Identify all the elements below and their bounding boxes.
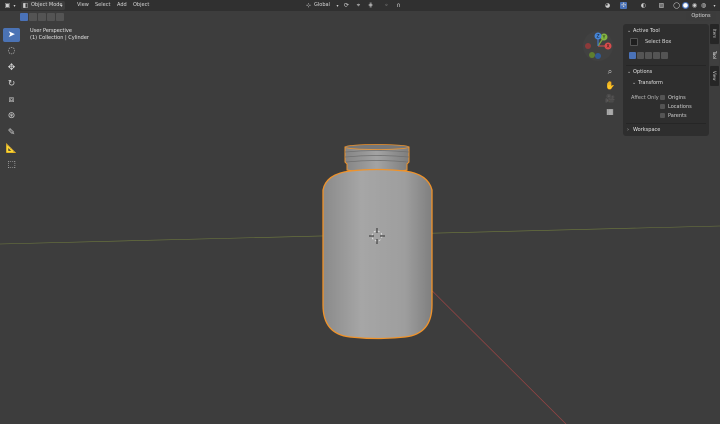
- mode-selector[interactable]: ◧ Object Mode ▾: [21, 1, 65, 10]
- add-cube-icon[interactable]: ⬚: [3, 158, 20, 172]
- rotate-icon[interactable]: ↻: [3, 77, 20, 91]
- select-invert-icon[interactable]: [47, 13, 55, 21]
- select-extend-icon[interactable]: [29, 13, 37, 21]
- grid-view-icon[interactable]: ▦: [604, 106, 616, 118]
- sidebar-panel: ⌄ Active Tool Select Box ⌄ Options ⌄ Transf…: [623, 24, 709, 136]
- chevron-down-icon[interactable]: ▾: [711, 2, 718, 9]
- shading-wireframe-icon[interactable]: ◯: [673, 2, 680, 9]
- measure-icon[interactable]: 📐: [3, 142, 20, 156]
- transform-icon[interactable]: ⊛: [3, 109, 20, 123]
- cursor-icon[interactable]: [630, 38, 638, 46]
- select-extend-icon[interactable]: [637, 52, 644, 59]
- select-circle-icon[interactable]: ◌: [3, 44, 20, 58]
- options-title: Options: [633, 69, 653, 75]
- snap-grid-icon[interactable]: ⋕: [367, 2, 374, 9]
- menu-select[interactable]: Select: [95, 1, 110, 10]
- gizmo-x-label: X: [606, 44, 609, 50]
- active-tool-header[interactable]: ⌄ Active Tool: [627, 28, 660, 34]
- proportional-edit-icon[interactable]: ◦: [383, 2, 390, 9]
- orientation-icon: ⊹: [305, 2, 312, 9]
- move-icon[interactable]: ✥: [3, 61, 20, 75]
- options-button[interactable]: Options: [686, 12, 716, 21]
- workspace-header[interactable]: › Workspace: [627, 127, 660, 133]
- pivot-icon[interactable]: ⟳: [343, 2, 350, 9]
- select-new-icon[interactable]: [20, 13, 28, 21]
- cursor-icon[interactable]: ➤: [3, 28, 20, 42]
- select-subtract-icon[interactable]: [645, 52, 652, 59]
- active-tool-name: Select Box: [645, 39, 672, 45]
- tab-tool[interactable]: Tool: [710, 45, 719, 65]
- collection-label: (1) Collection | Cylinder: [30, 35, 89, 41]
- gizmo-z-label: Z: [596, 34, 599, 40]
- bottle-object[interactable]: [322, 144, 433, 340]
- perspective-label: User Perspective: [30, 28, 72, 34]
- tool-shelf: ➤ ◌ ✥ ↻ ⧈ ⊛ ✎ 📐 ⬚: [3, 28, 21, 174]
- annotate-icon[interactable]: ✎: [3, 126, 20, 140]
- falloff-icon[interactable]: ∩: [395, 2, 402, 9]
- cube-icon[interactable]: ▣: [4, 2, 11, 9]
- divider: [626, 65, 706, 66]
- parents-label: Parents: [668, 113, 687, 119]
- menu-add[interactable]: Add: [117, 1, 127, 10]
- active-tool-modes: [629, 52, 668, 59]
- menu-view[interactable]: View: [77, 1, 89, 10]
- mode-icon: ◧: [22, 2, 29, 9]
- bottle-body: [322, 168, 433, 340]
- select-intersect-icon[interactable]: [661, 52, 668, 59]
- divider: [626, 123, 706, 124]
- viewport-header: ▣ ▾ ◧ Object Mode ▾ View Select Add Obje…: [0, 0, 720, 11]
- selection-modes: [20, 13, 64, 21]
- scale-icon[interactable]: ⧈: [3, 93, 20, 107]
- locations-label: Locations: [668, 104, 692, 110]
- chevron-down-icon[interactable]: ▾: [334, 2, 341, 9]
- workspace-title: Workspace: [633, 127, 661, 133]
- visibility-icon[interactable]: ◕: [604, 2, 611, 9]
- pan-hand-icon[interactable]: ✋: [604, 80, 616, 92]
- menu-object[interactable]: Object: [133, 1, 149, 10]
- camera-icon[interactable]: 🎥: [604, 93, 616, 105]
- shading-solid-icon[interactable]: ●: [682, 2, 689, 9]
- transform-header[interactable]: ⌄ Transform: [632, 80, 663, 86]
- orientation-label[interactable]: Global: [314, 1, 330, 10]
- shading-rendered-icon[interactable]: ◍: [700, 2, 707, 9]
- xray-icon[interactable]: ▨: [658, 2, 665, 9]
- origins-checkbox[interactable]: [660, 95, 665, 100]
- gizmo-y-label: Y: [602, 35, 606, 41]
- navigation-gizmo[interactable]: X Y Z: [578, 30, 618, 70]
- overlay-icon[interactable]: ◐: [640, 2, 647, 9]
- select-subtract-icon[interactable]: [38, 13, 46, 21]
- chevron-down-icon: ▾: [60, 3, 63, 8]
- tab-view[interactable]: View: [710, 66, 719, 86]
- sidebar-tabs: Item Tool View: [710, 24, 720, 87]
- snap-icon[interactable]: ⌖: [355, 2, 362, 9]
- chevron-down-icon[interactable]: ▾: [11, 2, 18, 9]
- affect-only-label: Affect Only: [631, 95, 659, 101]
- origins-label: Origins: [668, 95, 686, 101]
- transform-title: Transform: [638, 80, 663, 86]
- select-intersect-icon[interactable]: [56, 13, 64, 21]
- gizmo-toggle-icon[interactable]: ✣: [620, 2, 627, 9]
- options-header[interactable]: ⌄ Options: [627, 69, 652, 75]
- shading-material-icon[interactable]: ◉: [691, 2, 698, 9]
- tab-item[interactable]: Item: [710, 24, 719, 44]
- select-invert-icon[interactable]: [653, 52, 660, 59]
- zoom-icon[interactable]: ⌕: [604, 66, 616, 78]
- parents-checkbox[interactable]: [660, 113, 665, 118]
- active-tool-title: Active Tool: [633, 28, 660, 34]
- select-new-icon[interactable]: [629, 52, 636, 59]
- locations-checkbox[interactable]: [660, 104, 665, 109]
